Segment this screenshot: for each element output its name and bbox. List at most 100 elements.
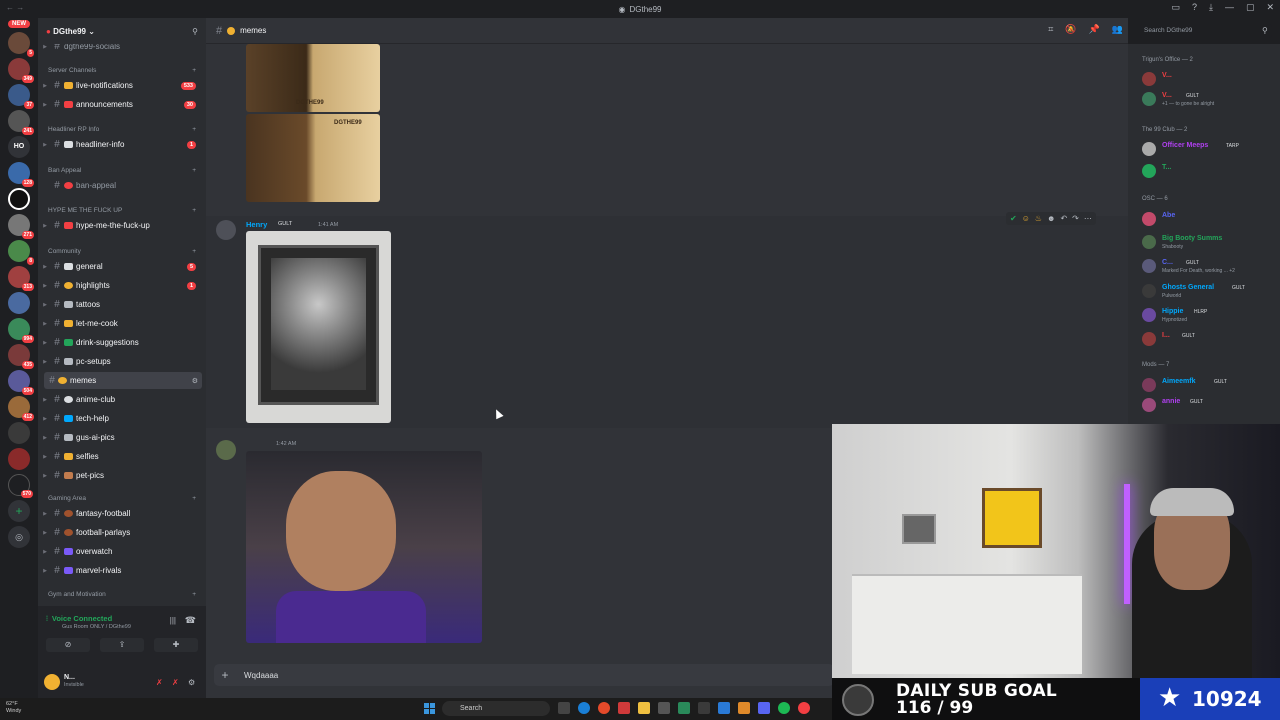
channel-fantasy-football[interactable]: ▶ # fantasy-football — [38, 505, 206, 522]
avatar[interactable] — [216, 220, 236, 240]
app-icon[interactable] — [698, 702, 710, 714]
category-gym[interactable]: Gym and Motivation + — [38, 588, 206, 600]
search-icon[interactable]: ⚲ — [1262, 26, 1268, 35]
channel-football-parlays[interactable]: ▶ # football-parlays — [38, 524, 206, 541]
folder-icon[interactable] — [638, 702, 650, 714]
nav-arrows[interactable]: ← → — [6, 3, 24, 12]
category-gaming[interactable]: Gaming Area + — [38, 492, 206, 504]
server-icon[interactable]: 412 — [8, 396, 34, 421]
settings-icon[interactable]: ⚙ — [188, 678, 195, 687]
server-icon[interactable]: 128 — [8, 162, 34, 187]
channel-marvel-rivals[interactable]: ▶ # marvel-rivals — [38, 562, 206, 579]
discord-icon[interactable] — [758, 702, 770, 714]
video-button[interactable]: ⊘ — [46, 638, 90, 652]
maximize-button[interactable]: ▢ — [1246, 2, 1255, 13]
streamer-image[interactable] — [246, 451, 482, 643]
more-icon[interactable]: ⋯ — [1084, 214, 1092, 223]
channel-live-notifications[interactable]: ▶ # live-notifications 533 — [38, 77, 206, 94]
disconnect-icon[interactable]: ☎ — [185, 615, 196, 626]
new-pill[interactable]: NEW — [8, 20, 30, 28]
server-icon-ho[interactable]: HO — [8, 136, 30, 158]
category-community[interactable]: Community + — [38, 245, 206, 257]
composer-input[interactable]: Wqdaaaa — [236, 671, 278, 680]
channel-socials[interactable]: ▶ # dgthe99-socials — [38, 44, 206, 55]
emoji-icon[interactable]: ☺ — [1022, 214, 1030, 223]
meme-image[interactable]: DGTHE99 — [246, 114, 380, 202]
channel-pet-pics[interactable]: ▶ # pet-pics — [38, 467, 206, 484]
taskbar-search[interactable]: Search — [442, 701, 550, 716]
message-composer[interactable]: + Wqdaaaa — [214, 664, 834, 686]
member-item[interactable]: V... GULT +1 — to gone be alright — [1142, 90, 1278, 108]
member-item[interactable]: Abe — [1142, 210, 1278, 228]
server-icon[interactable]: 37 — [8, 84, 34, 109]
reply-icon[interactable]: ↶ — [1060, 214, 1067, 223]
member-item[interactable]: T... — [1142, 162, 1278, 180]
app-icon[interactable] — [658, 702, 670, 714]
member-item[interactable]: annie GULT — [1142, 396, 1278, 414]
inbox-icon[interactable]: ▭ — [1171, 2, 1180, 13]
server-icon[interactable]: 349 — [8, 58, 34, 83]
edge-icon[interactable] — [578, 702, 590, 714]
weather-widget[interactable]: 62°F Windy — [6, 701, 21, 715]
member-item[interactable]: Big Booty Summs Shabooty — [1142, 233, 1278, 251]
app-icon[interactable] — [718, 702, 730, 714]
threads-icon[interactable]: ⌗ — [1048, 24, 1053, 35]
download-icon[interactable]: ⤓ — [1209, 2, 1213, 13]
add-reaction-icon[interactable]: ☻ — [1047, 214, 1055, 223]
server-icon[interactable]: 504 — [8, 370, 34, 395]
help-icon[interactable]: ? — [1192, 2, 1197, 13]
app-icon[interactable] — [738, 702, 750, 714]
app-icon[interactable] — [798, 702, 810, 714]
channel-let-me-cook[interactable]: ▶ # let-me-cook — [38, 315, 206, 332]
chrome-icon[interactable] — [598, 702, 610, 714]
server-icon[interactable]: 8 — [8, 240, 34, 265]
add-friend-icon[interactable]: ⚲ — [192, 27, 198, 36]
minimize-button[interactable]: — — [1225, 2, 1234, 13]
category-hype[interactable]: HYPE ME THE FUCK UP + — [38, 204, 206, 216]
server-icon[interactable]: 570 — [8, 474, 33, 498]
category-ban-appeal[interactable]: Ban Appeal + — [38, 164, 206, 176]
member-item[interactable]: I... GULT — [1142, 330, 1278, 348]
windows-start-icon[interactable] — [424, 703, 435, 714]
channel-highlights[interactable]: ▶ # highlights 1 — [38, 277, 206, 294]
server-icon[interactable]: 435 — [8, 344, 34, 369]
channel-announcements[interactable]: ▶ # announcements 30 — [38, 96, 206, 113]
plus-icon[interactable]: + — [214, 668, 236, 682]
spotify-icon[interactable] — [778, 702, 790, 714]
channel-pc-setups[interactable]: ▶ # pc-setups — [38, 353, 206, 370]
members-icon[interactable]: 👥 — [1112, 24, 1123, 35]
discover-icon[interactable]: ◎ — [8, 526, 30, 548]
server-icon[interactable]: 994 — [8, 318, 34, 343]
server-icon[interactable] — [8, 448, 30, 470]
server-icon[interactable] — [8, 422, 30, 444]
pin-icon[interactable]: 📌 — [1089, 24, 1100, 35]
activity-button[interactable]: ✚ — [154, 638, 198, 652]
avatar[interactable] — [44, 674, 60, 690]
fire-icon[interactable]: ♨ — [1035, 214, 1042, 223]
add-server-icon[interactable]: + — [8, 500, 30, 522]
server-icon[interactable]: 313 — [8, 266, 34, 291]
channel-general[interactable]: ▶ # general 5 — [38, 258, 206, 275]
member-item[interactable]: C... GULT Marked For Death, working ... +2 — [1142, 257, 1278, 275]
message-author[interactable]: Henry — [246, 220, 267, 229]
mute-icon[interactable]: ✗ — [156, 678, 163, 687]
close-button[interactable]: ✕ — [1266, 2, 1274, 13]
invite-gear-icon[interactable]: ⚙ — [192, 377, 198, 385]
channel-drink-suggestions[interactable]: ▶ # drink-suggestions — [38, 334, 206, 351]
channel-tech-help[interactable]: ▶ # tech-help — [38, 410, 206, 427]
server-icon[interactable]: 5 — [8, 32, 34, 57]
notification-icon[interactable]: 🔕 — [1065, 24, 1076, 35]
deafen-icon[interactable]: ✗ — [172, 678, 179, 687]
meme-image[interactable]: DGTHE99 — [246, 44, 380, 112]
portrait-image[interactable] — [246, 231, 391, 423]
category-headliner[interactable]: Headliner RP Info + — [38, 123, 206, 135]
channel-memes[interactable]: # memes ⚙ — [44, 372, 202, 389]
channel-headliner-info[interactable]: ▶ # headliner-info 1 — [38, 136, 206, 153]
member-item[interactable]: Aimeemfk GULT — [1142, 376, 1278, 394]
channel-tattoos[interactable]: ▶ # tattoos — [38, 296, 206, 313]
channel-anime-club[interactable]: ▶ # anime-club — [38, 391, 206, 408]
screenshare-button[interactable]: ⇪ — [100, 638, 144, 652]
avatar[interactable] — [216, 440, 236, 460]
guild-header[interactable]: ● DGthe99 ⌄ ⚲ — [38, 18, 206, 44]
channel-hype[interactable]: ▶ # hype-me-the-fuck-up — [38, 217, 206, 234]
